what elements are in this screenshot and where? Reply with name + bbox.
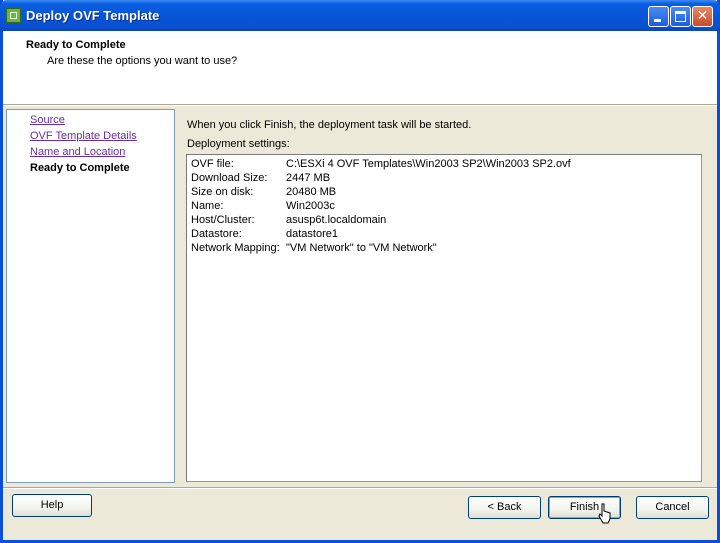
nav-step-source[interactable]: Source <box>30 114 65 126</box>
setting-value: "VM Network" to "VM Network" <box>286 242 437 254</box>
maximize-button[interactable] <box>670 6 691 27</box>
setting-key: Name: <box>191 200 224 212</box>
deployment-settings-box[interactable]: OVF file: C:\ESXi 4 OVF Templates\Win200… <box>186 154 702 482</box>
finish-intro-text: When you click Finish, the deployment ta… <box>187 119 472 131</box>
maximize-icon <box>675 11 686 22</box>
setting-key: Download Size: <box>191 172 268 184</box>
setting-value: datastore1 <box>286 228 338 240</box>
app-icon <box>6 8 21 23</box>
setting-value: C:\ESXi 4 OVF Templates\Win2003 SP2\Win2… <box>286 158 571 170</box>
footer-divider-highlight <box>3 488 717 489</box>
close-icon: ✕ <box>696 8 709 24</box>
setting-key: OVF file: <box>191 158 234 170</box>
minimize-button[interactable] <box>648 6 669 27</box>
wizard-steps-panel: Source OVF Template Details Name and Loc… <box>6 109 175 483</box>
nav-step-ovf-template-details[interactable]: OVF Template Details <box>30 130 137 142</box>
setting-key: Size on disk: <box>191 186 254 198</box>
setting-key: Network Mapping: <box>191 242 280 254</box>
back-button[interactable]: < Back <box>468 496 541 519</box>
cancel-button[interactable]: Cancel <box>636 496 709 519</box>
header-divider-highlight <box>3 105 717 106</box>
setting-value: 2447 MB <box>286 172 331 184</box>
help-button[interactable]: Help <box>12 494 92 517</box>
setting-key: Datastore: <box>191 228 242 240</box>
mouse-cursor-icon <box>598 503 611 524</box>
wizard-header: Ready to Complete Are these the options … <box>3 31 717 104</box>
deployment-settings-label: Deployment settings: <box>187 138 290 150</box>
page-title: Ready to Complete <box>26 39 126 51</box>
nav-step-ready-to-complete: Ready to Complete <box>30 162 130 174</box>
minimize-icon <box>654 19 661 22</box>
setting-key: Host/Cluster: <box>191 214 255 226</box>
deploy-ovf-window: Deploy OVF Template ✕ Ready to Complete … <box>0 0 720 543</box>
setting-value: Win2003c <box>286 200 335 212</box>
setting-value: 20480 MB <box>286 186 337 198</box>
close-button[interactable]: ✕ <box>692 6 713 27</box>
title-bar[interactable]: Deploy OVF Template ✕ <box>0 0 720 31</box>
nav-step-name-and-location[interactable]: Name and Location <box>30 146 125 158</box>
setting-value: asusp6t.localdomain <box>286 214 387 226</box>
page-subtitle: Are these the options you want to use? <box>47 55 238 67</box>
window-title: Deploy OVF Template <box>26 8 160 23</box>
